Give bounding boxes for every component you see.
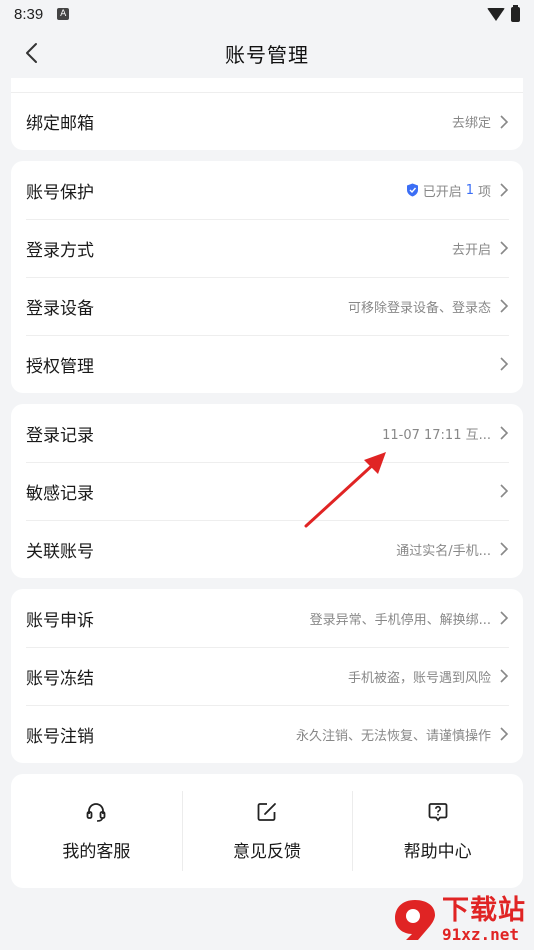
row-value: 通过实名/手机...: [396, 540, 491, 559]
wifi-icon: [487, 7, 505, 21]
customer-service-label: 我的客服: [62, 841, 131, 862]
card-account-status: 账号申诉 登录异常、手机停用、解换绑... 账号冻结 手机被盗，账号遇到风险 账…: [11, 589, 523, 763]
row-value: 手机被盗，账号遇到风险: [348, 667, 491, 686]
card-security: 账号保护 已开启 1 项 登录方式 去开启 登录设备 可移除登录设备、登录态 授…: [11, 161, 523, 393]
row-label: 登录记录: [26, 425, 94, 446]
battery-icon: [511, 4, 520, 22]
row-account-freeze[interactable]: 账号冻结 手机被盗，账号遇到风险: [11, 647, 523, 705]
row-value-text: 通过实名/手机...: [396, 543, 491, 559]
chevron-right-icon: [500, 542, 509, 556]
watermark-cn: 下载站: [442, 895, 526, 926]
chevron-right-icon: [500, 484, 509, 498]
row-value: 去绑定: [452, 112, 491, 131]
row-bind-email[interactable]: 绑定邮箱 去绑定: [11, 92, 523, 150]
customer-service-button[interactable]: 我的客服: [11, 791, 182, 871]
row-login-records[interactable]: 登录记录 11-07 17:11 互...: [11, 404, 523, 462]
row-label: 账号冻结: [26, 668, 94, 689]
watermark-url: 91xz.net: [442, 925, 520, 944]
chevron-right-icon: [500, 357, 509, 371]
row-value-text: 去绑定: [451, 116, 491, 131]
chevron-right-icon: [500, 299, 509, 313]
card-records: 登录记录 11-07 17:11 互... 敏感记录 关联账号 通过实名/手机.…: [11, 404, 523, 578]
status-bar: 8:39 A: [0, 0, 534, 28]
row-login-method[interactable]: 登录方式 去开启: [11, 219, 523, 277]
nav-bar: 账号管理: [0, 28, 534, 78]
back-arrow-icon[interactable]: [22, 42, 44, 64]
row-value: 可移除登录设备、登录态: [348, 297, 491, 316]
feedback-label: 意见反馈: [233, 841, 301, 862]
row-sensitive-records[interactable]: 敏感记录: [11, 462, 523, 520]
row-value-text: 11-07 17:11 互...: [382, 427, 491, 443]
row-linked-accounts[interactable]: 关联账号 通过实名/手机...: [11, 520, 523, 578]
edit-icon: [257, 802, 276, 821]
chevron-right-icon: [500, 611, 509, 625]
chevron-right-icon: [500, 241, 509, 255]
chevron-right-icon: [500, 727, 509, 741]
row-value-text: 登录异常、手机停用、解换绑...: [309, 612, 491, 628]
watermark-logo-icon: [395, 900, 435, 940]
row-account-appeal[interactable]: 账号申诉 登录异常、手机停用、解换绑...: [11, 589, 523, 647]
protection-status: 已开启: [422, 184, 462, 200]
row-value: 登录异常、手机停用、解换绑...: [310, 609, 491, 628]
row-value: 永久注销、无法恢复、请谨慎操作: [296, 725, 491, 744]
row-label: 账号注销: [26, 726, 94, 747]
protection-count: 1: [465, 182, 474, 198]
row-label: 登录设备: [26, 298, 94, 319]
row-label: 关联账号: [26, 541, 94, 562]
feedback-button[interactable]: 意见反馈: [181, 791, 353, 871]
row-value: 去开启: [452, 239, 491, 258]
row-label: 账号保护: [26, 182, 94, 203]
bottom-actions: 我的客服 意见反馈 帮助中心: [11, 774, 523, 888]
row-value: 已开启 1 项: [406, 181, 491, 200]
card-email: 绑定邮箱 去绑定: [11, 78, 523, 150]
row-account-cancel[interactable]: 账号注销 永久注销、无法恢复、请谨慎操作: [11, 705, 523, 763]
row-value-text: 可移除登录设备、登录态: [347, 300, 491, 316]
row-label: 账号申诉: [26, 610, 94, 631]
row-value: 11-07 17:11 互...: [382, 424, 491, 443]
page-title: 账号管理: [225, 42, 309, 67]
status-icons: [487, 4, 520, 22]
row-login-devices[interactable]: 登录设备 可移除登录设备、登录态: [11, 277, 523, 335]
row-label: 敏感记录: [26, 483, 94, 504]
protection-unit: 项: [477, 184, 491, 200]
row-label: 授权管理: [26, 356, 94, 377]
row-value-text: 手机被盗，账号遇到风险: [347, 670, 491, 686]
row-value-text: 永久注销、无法恢复、请谨慎操作: [295, 728, 491, 744]
help-center-button[interactable]: 帮助中心: [352, 791, 523, 871]
chevron-right-icon: [500, 669, 509, 683]
watermark: 下载站 91xz.net: [392, 896, 526, 944]
row-account-protection[interactable]: 账号保护 已开启 1 项: [11, 161, 523, 219]
status-time: 8:39: [14, 5, 44, 23]
watermark-text: 下载站 91xz.net: [442, 896, 526, 944]
shield-check-icon: [406, 183, 418, 197]
chevron-right-icon: [500, 183, 509, 197]
headset-icon: [86, 802, 106, 822]
help-icon: [428, 802, 448, 821]
help-center-label: 帮助中心: [403, 841, 472, 862]
app-notification-icon: A: [57, 8, 70, 20]
chevron-right-icon: [500, 426, 509, 440]
chevron-right-icon: [500, 114, 509, 129]
row-label: 绑定邮箱: [26, 114, 94, 134]
row-value-text: 去开启: [451, 242, 491, 258]
row-authorization[interactable]: 授权管理: [11, 335, 523, 393]
row-label: 登录方式: [26, 240, 94, 261]
